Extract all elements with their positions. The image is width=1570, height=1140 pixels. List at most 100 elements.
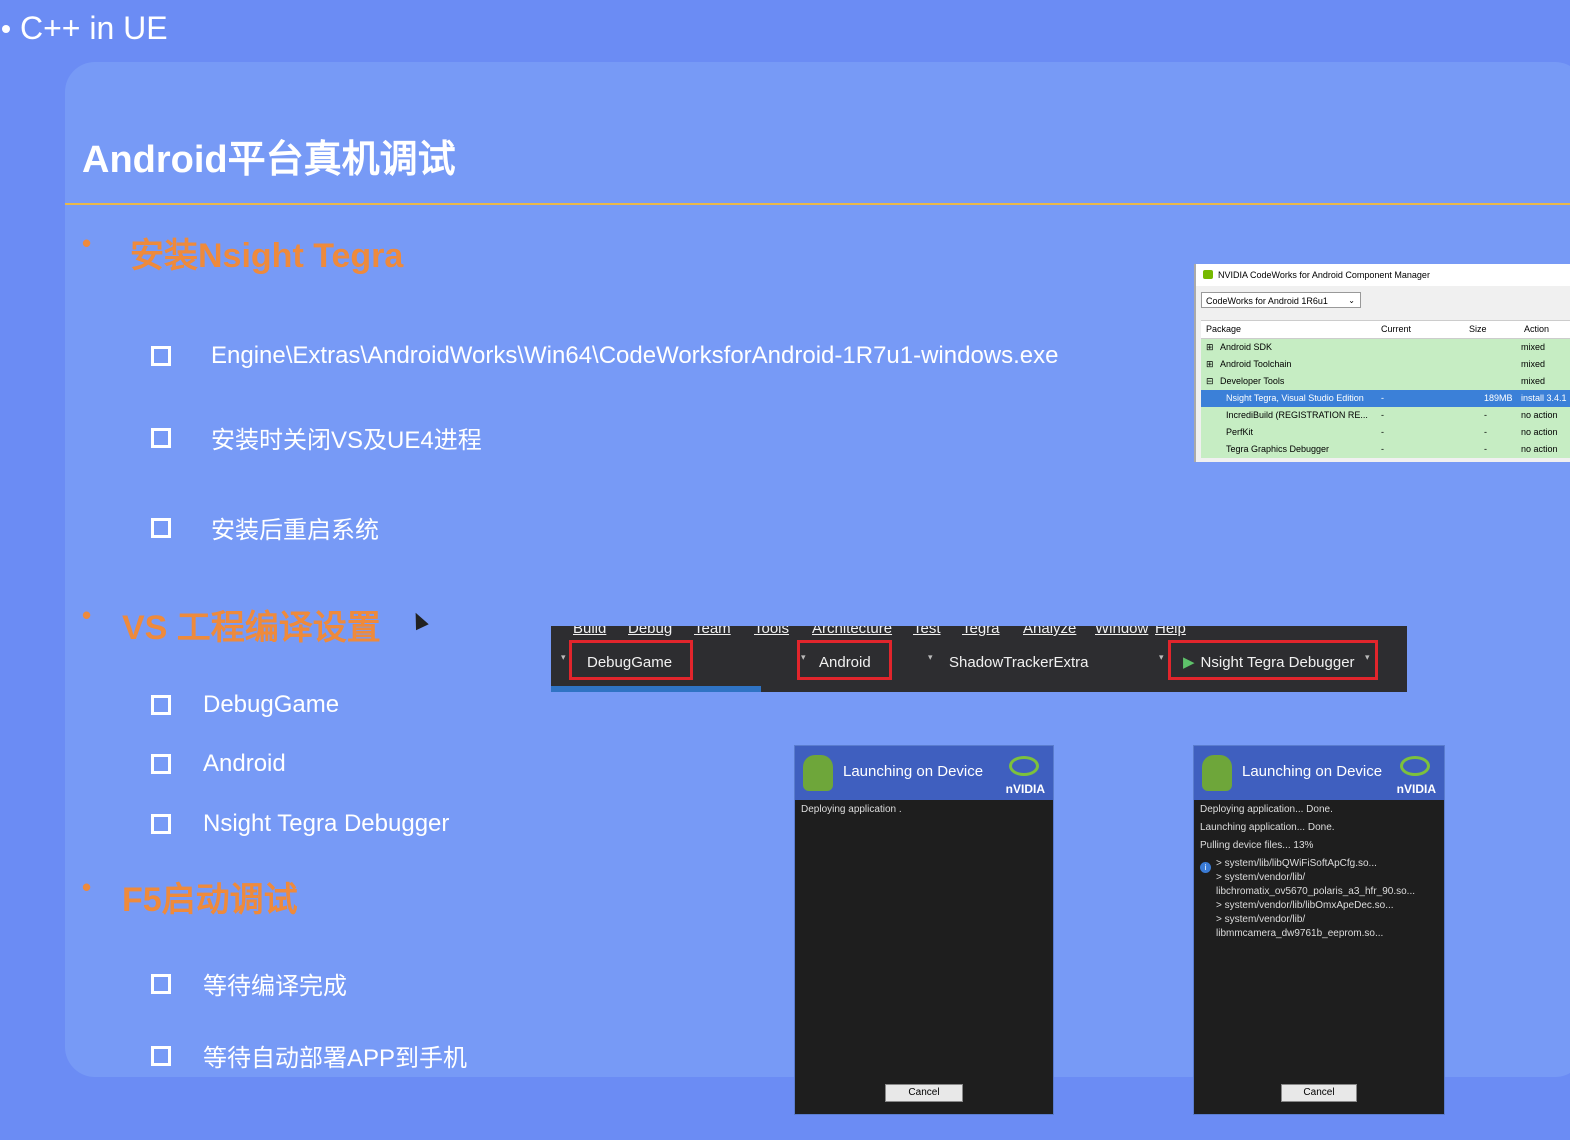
size-cell: -: [1484, 410, 1487, 420]
page-title: Android平台真机调试: [82, 139, 456, 181]
section-f5-debug: • F5启动调试: [82, 872, 298, 921]
menu-item-help[interactable]: Help: [1155, 626, 1186, 637]
log-line: libchromatix_ov5670_polaris_a3_hfr_90.so…: [1216, 886, 1416, 897]
current-cell: -: [1381, 393, 1384, 403]
checkbox-bullet-icon: [151, 517, 171, 538]
item-text: Android: [203, 750, 286, 777]
log-line: > system/lib/libQWiFiSoftApCfg.so...: [1216, 858, 1377, 869]
menu-item-tegra[interactable]: Tegra: [962, 626, 1000, 637]
menu-item-team[interactable]: Team: [694, 626, 731, 637]
package-cell: Developer Tools: [1220, 376, 1285, 386]
chevron-down-icon: ⌄: [1348, 296, 1355, 305]
nvidia-brand: nVIDIA: [1396, 782, 1436, 796]
android-robot-icon: [803, 755, 833, 791]
launch-dialog-pulling: Launching on Device nVIDIA i Deploying a…: [1193, 745, 1445, 1115]
item-text: 等待自动部署APP到手机: [203, 1045, 468, 1072]
section-bullet: •: [82, 228, 92, 258]
section-heading: VS 工程编译设置: [122, 609, 381, 647]
version-select[interactable]: CodeWorks for Android 1R6u1 ⌄: [1201, 292, 1361, 308]
section-bullet: •: [82, 872, 92, 902]
menu-item-tools[interactable]: Tools: [754, 626, 789, 637]
dialog-header: Launching on Device nVIDIA: [1194, 746, 1444, 800]
title-divider: [65, 203, 1570, 205]
item-text: Nsight Tegra Debugger: [203, 810, 450, 837]
tree-toggle-icon[interactable]: ⊞: [1206, 339, 1214, 356]
section-heading: 安装Nsight Tegra: [130, 237, 404, 275]
menu-item-debug[interactable]: Debug: [628, 626, 672, 637]
column-header[interactable]: Size: [1469, 321, 1487, 338]
component-manager-window: NVIDIA CodeWorks for Android Component M…: [1194, 264, 1570, 462]
dialog-title: Launching on Device: [1242, 763, 1383, 780]
section-install-nsight: • 安装Nsight Tegra: [82, 228, 404, 277]
package-cell: IncrediBuild (REGISTRATION RE...: [1226, 410, 1368, 420]
column-header[interactable]: Action: [1524, 321, 1549, 338]
item-text: 安装后重启系统: [211, 517, 379, 544]
list-item: 安装时关闭VS及UE4进程: [151, 420, 482, 455]
table-row[interactable]: PerfKit - - no action: [1201, 424, 1570, 441]
log-line: Deploying application .: [801, 804, 902, 815]
android-robot-icon: [1202, 755, 1232, 791]
highlight-box: [797, 640, 892, 680]
checkbox-bullet-icon: [151, 695, 171, 715]
table-header: Package Current Size Action: [1201, 321, 1570, 339]
version-select-value: CodeWorks for Android 1R6u1: [1206, 296, 1328, 306]
checkbox-bullet-icon: [151, 1045, 171, 1066]
item-text: 安装时关闭VS及UE4进程: [211, 427, 482, 454]
nvidia-logo-icon: [1203, 270, 1213, 279]
item-text: DebugGame: [203, 691, 340, 718]
menu-item-test[interactable]: Test: [913, 626, 941, 637]
section-vs-build-settings: • VS 工程编译设置: [82, 600, 381, 649]
package-cell: Android SDK: [1220, 342, 1273, 352]
table-row[interactable]: Tegra Graphics Debugger - - no action: [1201, 441, 1570, 458]
action-cell: no action: [1521, 410, 1558, 420]
list-item: Android: [151, 750, 286, 778]
current-cell: -: [1381, 444, 1384, 454]
tree-toggle-icon[interactable]: ⊟: [1206, 373, 1214, 390]
cancel-button[interactable]: Cancel: [1281, 1084, 1357, 1102]
current-cell: -: [1381, 410, 1384, 420]
log-line: > system/vendor/lib/: [1216, 914, 1306, 925]
package-cell: Tegra Graphics Debugger: [1226, 444, 1330, 454]
list-item: 安装后重启系统: [151, 510, 379, 545]
table-row[interactable]: ⊞ Android SDK mixed: [1201, 339, 1570, 356]
log-line: > system/vendor/lib/: [1216, 872, 1306, 883]
column-header[interactable]: Current: [1381, 321, 1411, 338]
table-row[interactable]: Nsight Tegra, Visual Studio Edition - 189M…: [1201, 390, 1570, 407]
menu-item-analyze[interactable]: Analyze: [1023, 626, 1076, 637]
tree-toggle-icon[interactable]: ⊞: [1206, 356, 1214, 373]
size-cell: 189MB: [1484, 393, 1513, 403]
cancel-button[interactable]: Cancel: [885, 1084, 963, 1102]
table-row[interactable]: ⊟ Developer Tools mixed: [1201, 373, 1570, 390]
section-heading: F5启动调试: [122, 881, 298, 919]
menu-item-architecture[interactable]: Architecture: [812, 626, 892, 637]
log-line: Pulling device files... 13%: [1200, 840, 1314, 851]
package-cell: PerfKit: [1226, 427, 1254, 437]
item-text: Engine\Extras\AndroidWorks\Win64\CodeWor…: [211, 342, 1059, 369]
package-cell: Android Toolchain: [1220, 359, 1292, 369]
list-item: Nsight Tegra Debugger: [151, 810, 449, 838]
action-cell: mixed: [1521, 359, 1546, 369]
action-cell: mixed: [1521, 342, 1546, 352]
list-item: Engine\Extras\AndroidWorks\Win64\CodeWor…: [151, 342, 1059, 370]
table-row[interactable]: ⊞ Android Toolchain mixed: [1201, 356, 1570, 373]
package-cell: Nsight Tegra, Visual Studio Edition: [1226, 393, 1364, 403]
checkbox-bullet-icon: [151, 973, 171, 994]
list-item: 等待编译完成: [151, 966, 347, 1001]
item-text: 等待编译完成: [203, 973, 347, 1000]
list-item: DebugGame: [151, 691, 339, 719]
highlight-box: [1168, 640, 1378, 680]
nvidia-brand: nVIDIA: [1005, 782, 1045, 796]
log-line: Deploying application... Done.: [1200, 804, 1333, 815]
table-row[interactable]: IncrediBuild (REGISTRATION RE... - - no act…: [1201, 407, 1570, 424]
dialog-header: Launching on Device nVIDIA: [795, 746, 1053, 800]
column-header[interactable]: Package: [1206, 321, 1241, 338]
log-line: Launching application... Done.: [1200, 822, 1335, 833]
menu-item-window[interactable]: Window: [1095, 626, 1148, 637]
size-cell: -: [1484, 427, 1487, 437]
menu-item-build[interactable]: Build: [573, 626, 606, 637]
chevron-down-icon: ▾: [1159, 652, 1164, 662]
size-cell: -: [1484, 444, 1487, 454]
bullet-dot: [2, 25, 10, 33]
startup-project-select[interactable]: ShadowTrackerExtra: [949, 650, 1089, 676]
action-cell: mixed: [1521, 376, 1546, 386]
